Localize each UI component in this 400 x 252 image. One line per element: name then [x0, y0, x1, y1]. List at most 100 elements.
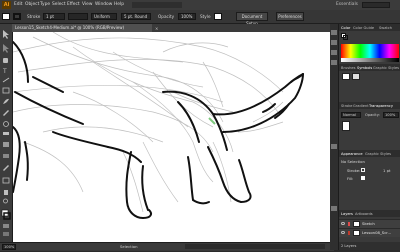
appearance-fill-label: Fill: — [347, 176, 354, 181]
app-bar-widgets[interactable] — [132, 2, 182, 8]
tab-graphic-styles[interactable]: Graphic Styles — [373, 65, 399, 71]
fill-swatch[interactable] — [2, 13, 10, 20]
right-panel-dock: Color Color Guide Swatch Brushes Symbols… — [338, 24, 400, 250]
eyedropper-tool-icon — [3, 165, 9, 171]
appearance-panel-icon — [331, 144, 337, 149]
width-tool-icon — [3, 132, 9, 135]
tab-stroke[interactable]: Stroke — [341, 103, 352, 109]
app-logo: Ai — [2, 1, 11, 9]
color-panel-tabs: Color Color Guide Swatch — [339, 24, 400, 31]
menu-view[interactable]: View — [82, 2, 92, 8]
status-tool-label: Selection — [120, 244, 138, 249]
eye-icon[interactable] — [341, 222, 345, 225]
screen-mode-icon — [3, 232, 9, 236]
gradient-tool-icon — [3, 154, 9, 158]
close-icon[interactable]: × — [155, 26, 158, 31]
pencil-tool-icon — [3, 110, 9, 116]
tab-transparency[interactable]: Transparency — [369, 103, 393, 109]
tab-artboards[interactable]: Artboards — [355, 211, 373, 217]
appearance-panel-tabs: Appearance Graphic Styles — [339, 150, 400, 157]
layer-row[interactable]: Lesson08_Scr... — [339, 228, 400, 237]
rotate-tool-icon — [3, 121, 9, 127]
sketch-artwork — [13, 32, 304, 219]
color-spectrum[interactable] — [341, 44, 399, 58]
layer-name[interactable]: Lesson08_Scr... — [362, 230, 391, 236]
blend-mode-select[interactable]: Normal — [341, 112, 361, 118]
menu-type[interactable]: Type — [40, 2, 50, 8]
opacity-panel-field[interactable]: 100% — [383, 112, 399, 118]
opacity-field[interactable]: 100% — [178, 13, 196, 20]
stroke-weight-field[interactable]: 1 pt — [43, 13, 65, 20]
rectangle-tool-icon — [2, 87, 10, 94]
tab-color[interactable]: Color — [341, 25, 350, 31]
opacity-label: Opacity — [158, 14, 175, 19]
artboard-tool-icon — [2, 177, 10, 184]
opacity-panel-label: Opacity: — [365, 113, 380, 117]
brush-definition-select[interactable]: 5 pt. Round — [121, 13, 151, 20]
menu-select[interactable]: Select — [52, 2, 66, 8]
menu-effect[interactable]: Effect — [67, 2, 80, 8]
layer-thumbnail — [353, 221, 360, 227]
tab-symbols[interactable]: Symbols — [357, 65, 372, 71]
workspace-switcher[interactable]: Essentials — [336, 2, 358, 8]
appearance-fill-swatch[interactable] — [361, 176, 365, 180]
document-tab[interactable]: Lesson15_Sketch4-Medium.ai* @ 100% (RGB/… — [12, 24, 152, 32]
green-anchor-mark — [208, 117, 216, 125]
transparency-thumbnail — [342, 121, 350, 131]
menu-help[interactable]: Help — [114, 2, 124, 8]
eye-icon[interactable] — [341, 231, 345, 234]
panel-icon-strip — [330, 24, 338, 250]
tab-layers[interactable]: Layers — [341, 211, 353, 217]
menu-edit[interactable]: Edit — [14, 2, 23, 8]
transparency-panel-tabs: Stroke Gradient Transparency — [339, 102, 400, 109]
layer-row[interactable]: Sketch — [339, 219, 400, 228]
layers-panel-tabs: Layers Artboards — [339, 210, 400, 217]
graphic-style-swatch[interactable] — [214, 13, 222, 20]
search-field[interactable] — [362, 2, 390, 8]
color-stroke-swatch[interactable] — [343, 35, 348, 40]
zoom-field[interactable]: 100% — [2, 244, 16, 250]
stroke-label: Stroke — [27, 14, 41, 19]
document-tab-strip: Lesson15_Sketch4-Medium.ai* @ 100% (RGB/… — [12, 24, 330, 32]
line-tool-icon — [2, 77, 10, 83]
preferences-button[interactable]: Preferences — [276, 12, 304, 21]
layer-thumbnail — [353, 230, 360, 236]
tab-color-guide[interactable]: Color Guide — [353, 25, 374, 31]
horizontal-scrollbar[interactable] — [185, 244, 325, 249]
tools-panel: T — [0, 24, 13, 242]
grayscale-ramp[interactable] — [341, 58, 399, 62]
color-panel-icon — [331, 30, 337, 35]
brushes-panel-icon — [331, 50, 337, 55]
artboard-canvas[interactable] — [13, 32, 330, 242]
tab-appearance[interactable]: Appearance — [341, 151, 363, 157]
control-bar: Stroke 1 pt Uniform 5 pt. Round Opacity … — [0, 10, 400, 26]
document-setup-button[interactable]: Document Setup — [236, 12, 268, 26]
symbol-swatch[interactable] — [342, 73, 350, 80]
layer-name[interactable]: Sketch — [362, 221, 375, 227]
variable-width-select[interactable]: Uniform — [91, 13, 117, 20]
stroke-swatch[interactable] — [13, 13, 21, 20]
hand-tool-icon — [4, 190, 8, 195]
style-label: Style — [200, 14, 211, 19]
menu-bar: Ai Edit Object Type Select Effect View W… — [0, 0, 400, 10]
swatches-panel-icon — [331, 40, 337, 45]
tab-graphic-styles-2[interactable]: Graphic Styles — [365, 151, 391, 157]
menu-window[interactable]: Window — [95, 2, 112, 8]
pen-tool-icon — [3, 58, 8, 63]
zoom-tool-icon — [3, 198, 8, 204]
tab-brushes[interactable]: Brushes — [341, 65, 355, 71]
menu-object[interactable]: Object — [25, 2, 39, 8]
tab-swatches[interactable]: Swatch — [379, 25, 392, 31]
layers-panel-icon — [331, 206, 337, 211]
tab-gradient[interactable]: Gradient — [353, 103, 369, 109]
layer-color-indicator — [348, 231, 350, 235]
draw-mode-icon — [3, 224, 9, 228]
appearance-title: No Selection — [341, 159, 365, 164]
selection-tool-icon — [3, 30, 9, 39]
symbols-panel-icon — [331, 60, 337, 65]
appearance-stroke-swatch[interactable] — [361, 168, 365, 172]
width-profile-select[interactable] — [68, 13, 88, 20]
layers-footer: 2 Layers — [339, 242, 400, 250]
symbol-swatch[interactable] — [352, 73, 360, 80]
appearance-stroke-value: 1 pt — [383, 168, 391, 173]
